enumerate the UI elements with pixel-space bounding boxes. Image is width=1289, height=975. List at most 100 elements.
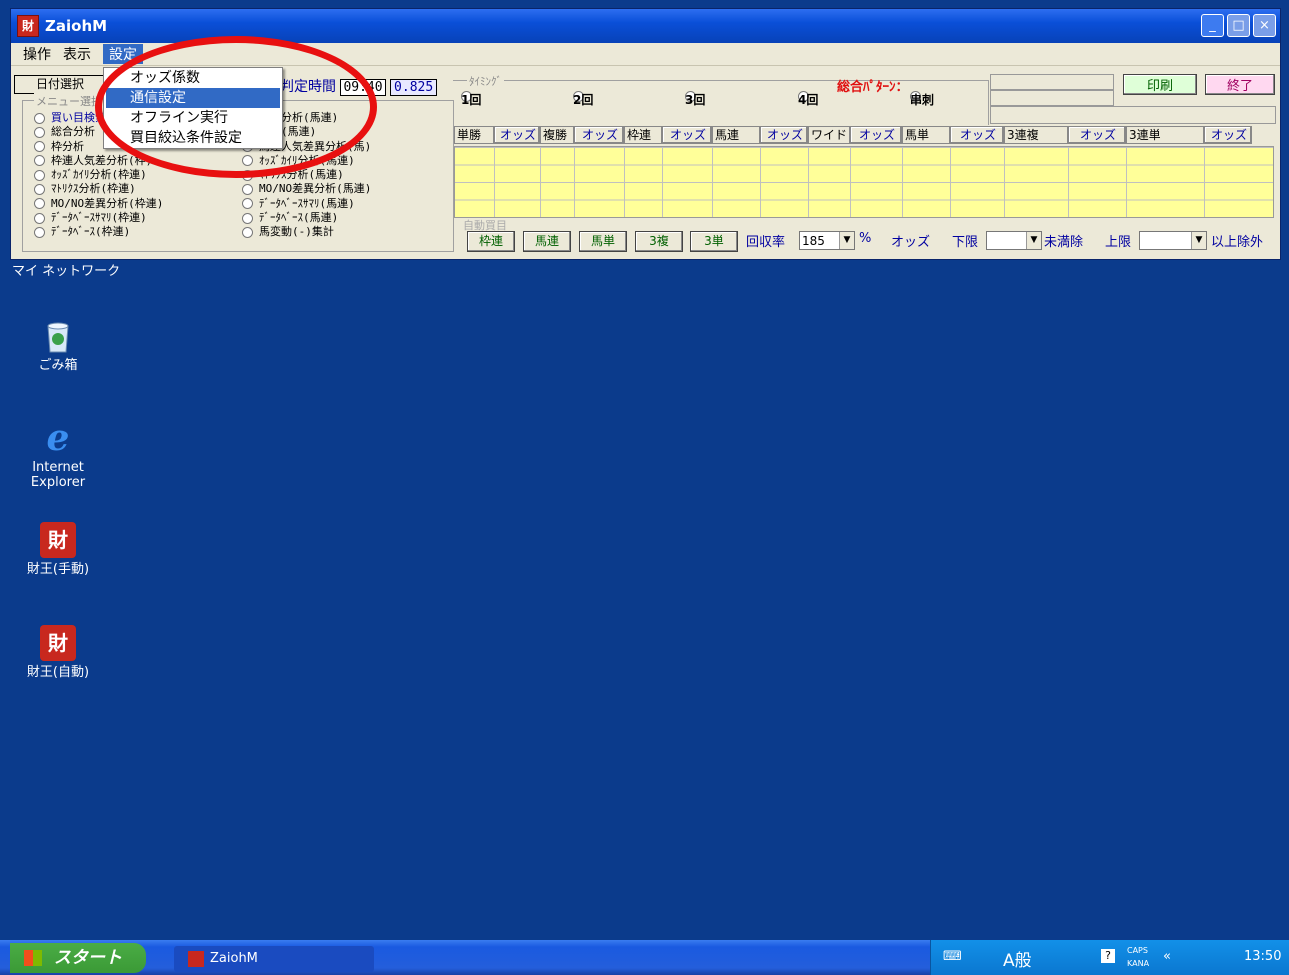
odds-header: 単勝 オッズ 複勝 オッズ 枠連 オッズ 馬連 オッズ ワイド オッズ 馬単 オ… (454, 126, 1274, 144)
menu-radio-frame[interactable]: ｵｯｽﾞｶｲﾘ分析(枠連) (34, 168, 163, 182)
exit-button[interactable]: 終了 (1205, 74, 1275, 95)
lower-limit-label: 下限 (952, 235, 979, 250)
menu-radio-frame[interactable]: 枠連人気差分析(枠) (34, 154, 163, 168)
col-odds: オッズ (950, 126, 1004, 144)
taskbar: スタート ZaiohM ⌨ A般 ? CAPS KANA « 13:50 (0, 940, 1289, 975)
radio-icon (242, 226, 253, 238)
judge-time-row: 判定時間 09:40 0.825 (280, 76, 438, 96)
minimize-button[interactable]: _ (1201, 14, 1224, 37)
menu-radio-horse[interactable]: ｵｯｽﾞｶｲﾘ分析(馬連) (242, 154, 371, 168)
col-wakuren: 枠連 (624, 126, 662, 144)
judge-ratio-value[interactable]: 0.825 (390, 79, 438, 96)
zaioh-auto-shortcut[interactable]: 財 財王(自動) (18, 625, 98, 680)
col-odds: オッズ (574, 126, 624, 144)
clock: 13:50 (1244, 949, 1282, 964)
autobet-3fuku-button[interactable]: 3複 (635, 231, 683, 252)
recycle-bin-shortcut[interactable]: ごみ箱 (18, 318, 98, 373)
zaioh-manual-icon: 財 (40, 522, 76, 558)
start-label: スタート (54, 948, 122, 968)
menu-radio-horse[interactable]: ﾃﾞｰﾀﾍﾞｰｽｻﾏﾘ(馬連) (242, 197, 371, 211)
windows-logo-icon (24, 950, 42, 966)
menu-view[interactable]: 表示 (57, 44, 97, 64)
col-odds: オッズ (662, 126, 712, 144)
close-button[interactable]: × (1253, 14, 1276, 37)
menu-item-odds-coefficient[interactable]: オッズ係数 (104, 68, 282, 88)
menu-item-offline-run[interactable]: オフライン実行 (104, 108, 282, 128)
return-rate-select[interactable]: 185 ▼ (799, 231, 855, 250)
settings-dropdown: オッズ係数 通信設定 オフライン実行 買目絞込条件設定 (103, 67, 283, 149)
menu-settings[interactable]: 設定 (103, 44, 143, 64)
menu-radio-horse[interactable]: ﾃﾞｰﾀﾍﾞｰｽ(馬連) (242, 211, 371, 225)
title-bar[interactable]: 財 ZaiohM _ □ × (11, 9, 1280, 43)
autobet-3tan-button[interactable]: 3単 (690, 231, 738, 252)
col-odds: オッズ (1068, 126, 1126, 144)
internet-explorer-label: Internet Explorer (30, 460, 86, 490)
zaioh-app-icon (188, 951, 204, 967)
maximize-button[interactable]: □ (1227, 14, 1250, 37)
radio-icon (34, 212, 45, 224)
keyboard-icon[interactable]: ⌨ (943, 949, 962, 964)
radio-icon (34, 169, 45, 181)
menu-item-communication-settings[interactable]: 通信設定 (106, 88, 280, 108)
return-rate-value: 185 (802, 234, 825, 248)
menu-item-bet-filter-settings[interactable]: 買目絞込条件設定 (104, 128, 282, 148)
chevron-down-icon: ▼ (839, 232, 854, 249)
radio-icon (242, 198, 253, 210)
recycle-bin-label: ごみ箱 (38, 358, 78, 373)
odds-filter-label: オッズ (891, 235, 931, 250)
taskbar-item-label: ZaiohM (210, 951, 258, 966)
kana-indicator: KANA (1127, 959, 1150, 968)
lower-limit-select[interactable]: ▼ (986, 231, 1042, 250)
upper-limit-select[interactable]: ▼ (1139, 231, 1207, 250)
return-rate-label: 回収率 (746, 235, 786, 250)
taskbar-item-zaiohm[interactable]: ZaiohM (174, 946, 374, 972)
col-umaren: 馬連 (712, 126, 760, 144)
status-box-1 (990, 74, 1114, 90)
start-button[interactable]: スタート (10, 943, 146, 973)
above-exclude-label: 以上除外 (1211, 235, 1264, 250)
menu-select-group-label: メニュー選択 (34, 93, 104, 109)
radio-icon (34, 226, 45, 238)
menu-radio-frame[interactable]: ﾏﾄﾘｸｽ分析(枠連) (34, 182, 163, 196)
tray-expand-icon[interactable]: « (1163, 949, 1171, 964)
system-tray: ⌨ A般 ? CAPS KANA « 13:50 (930, 940, 1289, 975)
my-network-label[interactable]: マイ ネットワーク (12, 260, 120, 279)
autobet-umaren-button[interactable]: 馬連 (523, 231, 571, 252)
menu-radio-frame[interactable]: MO/NO差異分析(枠連) (34, 197, 163, 211)
date-select-button[interactable]: 日付選択 (14, 75, 106, 94)
help-icon[interactable]: ? (1101, 949, 1115, 963)
col-sanrenpuku: 3連複 (1004, 126, 1068, 144)
internet-explorer-shortcut[interactable]: e Internet Explorer (18, 420, 98, 491)
menu-bar: 操作 表示 設定 (11, 43, 1280, 66)
judge-time-label: 判定時間 (280, 79, 336, 95)
print-button[interactable]: 印刷 (1123, 74, 1197, 95)
ime-mode[interactable]: A般 (1003, 946, 1032, 971)
menu-radio-horse[interactable]: ﾏﾄﾘｸｽ分析(馬連) (242, 168, 371, 182)
radio-icon (34, 155, 45, 167)
zaioh-manual-label: 財王(手動) (26, 562, 90, 577)
radio-icon (242, 212, 253, 224)
odds-table: 単勝 オッズ 複勝 オッズ 枠連 オッズ 馬連 オッズ ワイド オッズ 馬単 オ… (454, 126, 1274, 218)
caps-indicator: CAPS (1127, 946, 1148, 955)
window-title: ZaiohM (45, 17, 108, 35)
odds-body[interactable] (454, 146, 1274, 218)
autobet-umatan-button[interactable]: 馬単 (579, 231, 627, 252)
total-pattern-label: 総合ﾊﾟﾀｰﾝ： (837, 80, 909, 95)
menu-radio-horse[interactable]: 馬変動(-)集計 (242, 225, 371, 239)
judge-time-value[interactable]: 09:40 (340, 79, 386, 96)
col-odds: オッズ (494, 126, 540, 144)
radio-icon (34, 141, 45, 153)
menu-radio-frame[interactable]: ﾃﾞｰﾀﾍﾞｰｽ(枠連) (34, 225, 163, 239)
col-odds: オッズ (850, 126, 902, 144)
menu-radio-frame[interactable]: ﾃﾞｰﾀﾍﾞｰｽｻﾏﾘ(枠連) (34, 211, 163, 225)
zaioh-auto-label: 財王(自動) (26, 665, 90, 680)
menu-radio-horse[interactable]: MO/NO差異分析(馬連) (242, 182, 371, 196)
status-box-3 (990, 106, 1276, 124)
zaioh-manual-shortcut[interactable]: 財 財王(手動) (18, 522, 98, 577)
zaioh-auto-icon: 財 (40, 625, 76, 661)
col-odds: オッズ (760, 126, 808, 144)
radio-icon (34, 183, 45, 195)
autobet-wakuren-button[interactable]: 枠連 (467, 231, 515, 252)
col-tansho: 単勝 (454, 126, 494, 144)
menu-operation[interactable]: 操作 (17, 44, 57, 64)
